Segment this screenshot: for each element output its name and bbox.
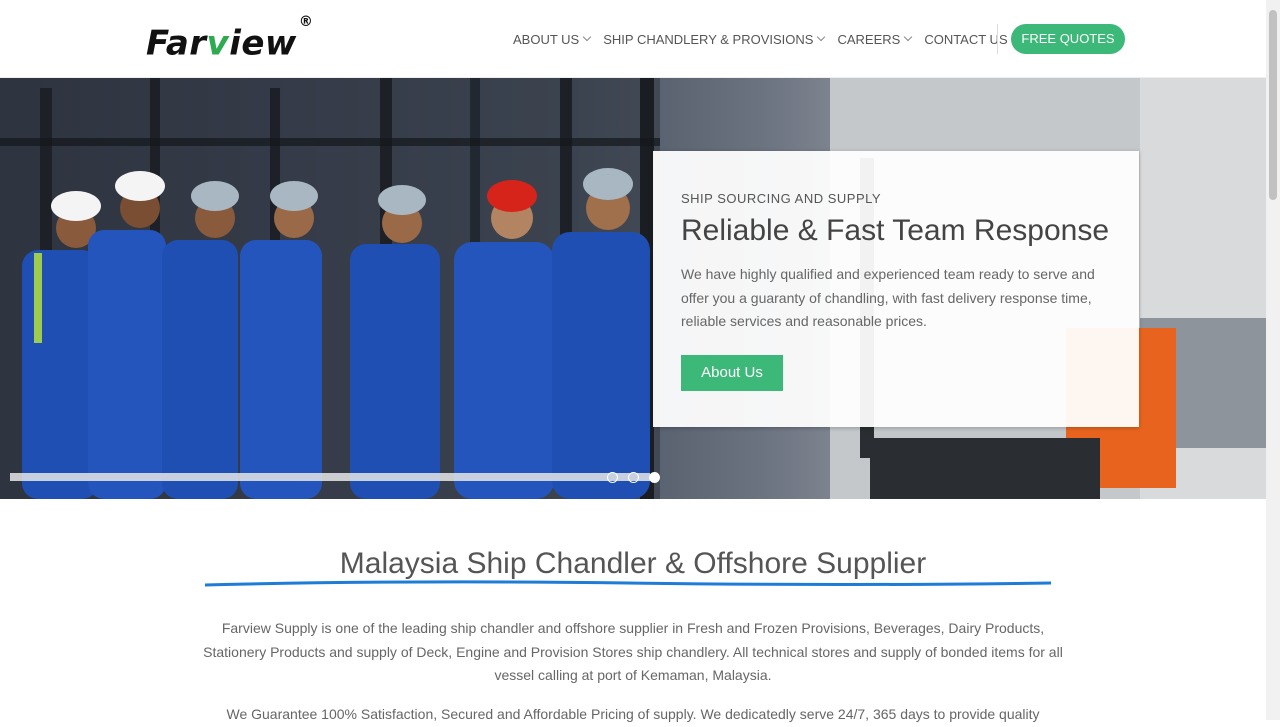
main-nav: ABOUT US SHIP CHANDLERY & PROVISIONS CAR… [513,30,1021,48]
scrollbar-thumb[interactable] [1269,10,1277,200]
page-scrollbar[interactable] [1266,0,1280,720]
slider-dot-2[interactable] [628,472,639,483]
hero-kicker: SHIP SOURCING AND SUPPLY [681,191,882,206]
nav-divider [997,24,998,54]
hero-description: We have highly qualified and experienced… [681,266,1095,329]
section-title: Malaysia Ship Chandler & Offshore Suppli… [339,547,927,580]
site-header: Farview® ABOUT US SHIP CHANDLERY & PROVI… [0,0,1266,78]
logo[interactable]: Farview® [146,14,313,63]
about-us-button[interactable]: About Us [681,355,783,391]
intro-paragraph-1: Farview Supply is one of the leading shi… [203,620,1063,683]
chevron-down-icon [582,32,592,42]
slider-dot-1[interactable] [607,472,618,483]
hero-title: Reliable & Fast Team Response [681,214,1109,247]
nav-careers[interactable]: CAREERS [837,32,913,47]
chevron-down-icon [904,32,913,42]
nav-about-us[interactable]: ABOUT US [513,32,592,47]
title-underline [204,580,1052,587]
slider-dots [607,472,670,483]
intro-paragraph-2: We Guarantee 100% Satisfaction, Secured … [226,706,1040,722]
hero-card: SHIP SOURCING AND SUPPLY Reliable & Fast… [653,151,1139,427]
chevron-down-icon [817,32,826,42]
nav-contact-us[interactable]: CONTACT US [924,32,1007,47]
nav-ship-chandlery[interactable]: SHIP CHANDLERY & PROVISIONS [603,32,826,47]
hero-slider: SHIP SOURCING AND SUPPLY Reliable & Fast… [0,78,1266,499]
slider-dot-3[interactable] [649,472,660,483]
free-quotes-button[interactable]: FREE QUOTES [1011,24,1125,54]
